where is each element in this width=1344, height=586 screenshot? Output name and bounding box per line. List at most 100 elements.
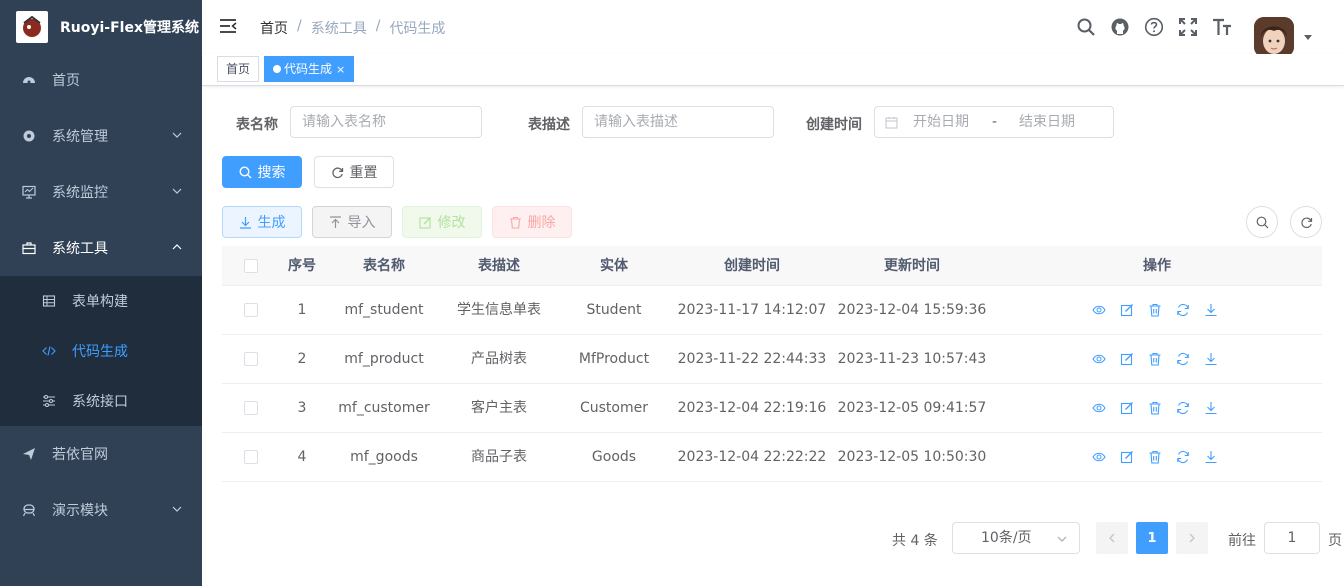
page-number-button[interactable]: 1 — [1136, 522, 1168, 554]
app-logo — [16, 11, 48, 43]
created-time-label: 创建时间 — [806, 117, 862, 133]
range-separator: - — [992, 114, 998, 130]
column-header-created: 创建时间 — [724, 258, 780, 274]
search-button-label: 搜索 — [257, 165, 286, 181]
table-name-input[interactable]: 请输入表名称 — [290, 106, 482, 138]
sync-icon[interactable] — [1176, 401, 1190, 415]
download-icon[interactable] — [1204, 303, 1218, 317]
preview-eye-icon[interactable] — [1092, 352, 1106, 366]
breadcrumb-home[interactable]: 首页 — [260, 18, 288, 38]
close-icon[interactable]: × — [336, 58, 345, 82]
download-icon[interactable] — [1204, 450, 1218, 464]
sidebar-item-home[interactable]: 首页 — [0, 52, 202, 108]
sidebar-item-demo-module[interactable]: 演示模块 — [0, 482, 202, 538]
toggle-search-button[interactable] — [1246, 206, 1278, 238]
code-icon — [42, 346, 56, 356]
download-icon[interactable] — [1204, 352, 1218, 366]
sync-icon[interactable] — [1176, 450, 1190, 464]
import-button[interactable]: 导入 — [312, 206, 392, 238]
trash-icon[interactable] — [1148, 352, 1162, 366]
reset-button[interactable]: 重置 — [314, 156, 394, 188]
sidebar-item-label: 若依官网 — [52, 447, 108, 463]
start-date-placeholder[interactable]: 开始日期 — [913, 107, 969, 137]
sync-icon[interactable] — [1176, 303, 1190, 317]
row-checkbox[interactable] — [244, 450, 258, 464]
cell-created: 2023-11-22 22:44:33 — [677, 351, 827, 367]
edit-icon[interactable] — [1120, 450, 1134, 464]
row-checkbox[interactable] — [244, 401, 258, 415]
edit-icon[interactable] — [1120, 401, 1134, 415]
chevron-down-icon — [172, 188, 182, 194]
preview-eye-icon[interactable] — [1092, 303, 1106, 317]
date-range-picker[interactable]: 开始日期 - 结束日期 — [874, 106, 1114, 138]
sidebar-item-system-management[interactable]: 系统管理 — [0, 108, 202, 164]
reset-button-label: 重置 — [349, 165, 378, 181]
generate-button-label: 生成 — [257, 215, 286, 231]
chevron-down-icon — [172, 132, 182, 138]
download-icon[interactable] — [1204, 401, 1218, 415]
sync-icon[interactable] — [1176, 352, 1190, 366]
next-page-button[interactable] — [1176, 522, 1208, 554]
hamburger-icon[interactable] — [219, 18, 237, 34]
sidebar-subitem-system-api[interactable]: 系统接口 — [0, 376, 202, 426]
sidebar-item-system-monitor[interactable]: 系统监控 — [0, 164, 202, 220]
sidebar-item-label: 演示模块 — [52, 503, 108, 519]
delete-button[interactable]: 删除 — [492, 206, 572, 238]
refresh-icon — [331, 166, 343, 178]
chevron-right-icon — [1189, 533, 1195, 543]
trash-icon[interactable] — [1148, 401, 1162, 415]
avatar[interactable] — [1254, 17, 1294, 57]
edit-button-label: 修改 — [437, 215, 466, 231]
help-icon[interactable] — [1144, 17, 1164, 37]
sidebar-subitem-label: 系统接口 — [72, 394, 128, 410]
refresh-table-button[interactable] — [1290, 206, 1322, 238]
tag-home[interactable]: 首页 — [217, 56, 260, 82]
trash-icon[interactable] — [1148, 303, 1162, 317]
page-suffix: 页 — [1328, 533, 1342, 549]
preview-eye-icon[interactable] — [1092, 450, 1106, 464]
sidebar-subitem-code-gen[interactable]: 代码生成 — [0, 326, 202, 376]
trash-icon[interactable] — [1148, 450, 1162, 464]
fullscreen-icon[interactable] — [1178, 17, 1198, 37]
sidebar-item-label: 首页 — [52, 73, 80, 89]
cell-table-desc: 客户主表 — [471, 400, 527, 416]
edit-icon[interactable] — [1120, 303, 1134, 317]
generate-button[interactable]: 生成 — [222, 206, 302, 238]
row-checkbox[interactable] — [244, 303, 258, 317]
page-size-select[interactable]: 10条/页 — [952, 522, 1080, 554]
table-name-placeholder: 请输入表名称 — [302, 114, 386, 130]
row-actions — [1092, 401, 1222, 415]
edit-icon — [418, 216, 431, 229]
edit-icon[interactable] — [1120, 352, 1134, 366]
prev-page-button[interactable] — [1096, 522, 1128, 554]
sidebar-item-system-tools[interactable]: 系统工具 — [0, 220, 202, 276]
tag-label: 代码生成 — [284, 62, 333, 76]
font-size-icon[interactable] — [1212, 17, 1232, 37]
logo-area[interactable]: Ruoyi-Flex管理系统 — [0, 0, 202, 54]
sidebar-item-label: 系统监控 — [52, 185, 108, 201]
cell-created: 2023-12-04 22:22:22 — [677, 449, 827, 465]
sidebar-item-ruoyi-site[interactable]: 若依官网 — [0, 426, 202, 482]
end-date-placeholder[interactable]: 结束日期 — [1019, 107, 1075, 137]
search-button[interactable]: 搜索 — [222, 156, 302, 188]
preview-eye-icon[interactable] — [1092, 401, 1106, 415]
row-checkbox[interactable] — [244, 352, 258, 366]
demo-icon — [22, 504, 36, 517]
breadcrumb-system-tools: 系统工具 — [310, 21, 367, 37]
sidebar-subitem-form-builder[interactable]: 表单构建 — [0, 276, 202, 326]
delete-button-label: 删除 — [527, 215, 556, 231]
goto-page-input[interactable]: 1 — [1264, 522, 1320, 554]
cell-updated: 2023-12-04 15:59:36 — [837, 302, 987, 318]
table-desc-input[interactable]: 请输入表描述 — [582, 106, 774, 138]
tag-code-gen[interactable]: 代码生成 × — [264, 56, 355, 82]
gear-icon — [23, 130, 35, 142]
select-all-checkbox[interactable] — [244, 259, 258, 273]
table-row: 2 mf_product 产品树表 MfProduct 2023-11-22 2… — [222, 335, 1322, 384]
github-icon[interactable] — [1110, 17, 1130, 37]
cell-updated: 2023-11-23 10:57:43 — [837, 351, 987, 367]
tag-label: 首页 — [226, 62, 251, 76]
edit-button[interactable]: 修改 — [402, 206, 482, 238]
caret-down-icon[interactable] — [1304, 35, 1312, 40]
search-icon[interactable] — [1076, 17, 1096, 37]
import-button-label: 导入 — [347, 215, 376, 231]
